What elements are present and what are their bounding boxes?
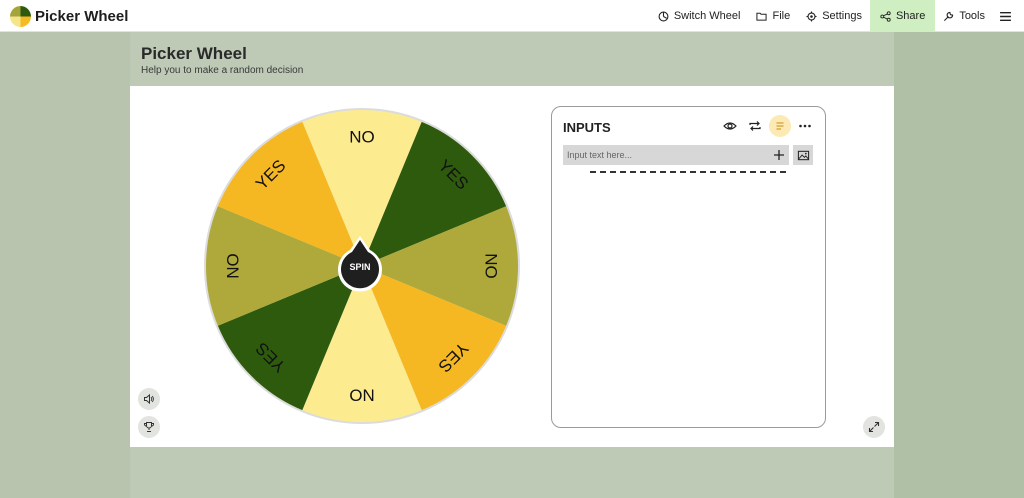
expand-icon — [868, 421, 880, 433]
wheel-segment-label: NO — [349, 127, 375, 146]
hamburger-menu-button[interactable] — [993, 0, 1024, 32]
list-icon — [776, 122, 784, 130]
repeat-button[interactable] — [744, 115, 766, 137]
folder-icon — [756, 12, 768, 21]
page-title: Picker Wheel — [141, 44, 247, 63]
wheel-segment-label: NO — [223, 253, 242, 279]
nav-share[interactable]: Share — [869, 0, 936, 32]
left-margin — [0, 32, 130, 498]
more-options-button[interactable] — [794, 115, 816, 137]
right-margin — [894, 32, 1024, 498]
plus-icon — [774, 150, 784, 160]
wheel-card: NO YES NO YES NO YES NO YES SPIN INPUTS — [130, 86, 894, 447]
trophy-icon — [143, 422, 155, 432]
share-icon — [880, 10, 891, 22]
spin-button[interactable]: SPIN — [336, 236, 384, 296]
wheel-segment-label: NO — [482, 253, 501, 279]
spin-label: SPIN — [349, 262, 371, 272]
repeat-icon — [749, 121, 761, 131]
nav-settings-label: Settings — [822, 10, 862, 22]
picker-wheel-logo-icon — [10, 6, 31, 27]
logo[interactable]: Picker Wheel — [10, 6, 128, 27]
hamburger-menu-icon — [1000, 11, 1011, 21]
nav-file-label: File — [772, 10, 791, 22]
eye-icon — [723, 122, 737, 130]
inputs-title: INPUTS — [563, 120, 611, 135]
entry-text-input[interactable] — [563, 145, 769, 165]
speaker-icon — [144, 393, 154, 405]
page-subtitle: Help you to make a random decision — [141, 65, 304, 76]
top-navigation-bar: Picker Wheel Switch Wheel File Settings … — [0, 0, 1024, 32]
page-header: Picker Wheel Help you to make a random d… — [141, 44, 303, 76]
gear-icon — [806, 10, 817, 22]
wrench-icon — [944, 11, 954, 21]
entries-divider — [590, 171, 786, 173]
add-entry-button[interactable] — [769, 145, 789, 165]
main-nav: Switch Wheel File Settings Share Tools — [650, 0, 1024, 32]
fullscreen-button[interactable] — [863, 416, 885, 438]
toggle-visibility-button[interactable] — [719, 115, 741, 137]
switch-wheel-icon — [658, 11, 669, 21]
nav-switch-wheel-label: Switch Wheel — [673, 10, 741, 22]
nav-file[interactable]: File — [748, 0, 798, 32]
inputs-toolbar — [719, 115, 816, 137]
nav-tools[interactable]: Tools — [935, 0, 993, 32]
more-icon — [799, 124, 811, 128]
results-button[interactable] — [138, 416, 160, 438]
nav-tools-label: Tools — [959, 10, 985, 22]
inputs-panel: INPUTS — [551, 106, 826, 428]
app-name: Picker Wheel — [35, 8, 129, 25]
sound-button[interactable] — [138, 388, 160, 410]
add-image-button[interactable] — [793, 145, 813, 165]
nav-switch-wheel[interactable]: Switch Wheel — [650, 0, 749, 32]
image-icon — [797, 150, 809, 160]
nav-settings[interactable]: Settings — [798, 0, 870, 32]
list-view-button[interactable] — [769, 115, 791, 137]
wheel-segment-label: NO — [349, 386, 375, 405]
input-row — [563, 145, 789, 165]
nav-share-label: Share — [895, 10, 926, 22]
